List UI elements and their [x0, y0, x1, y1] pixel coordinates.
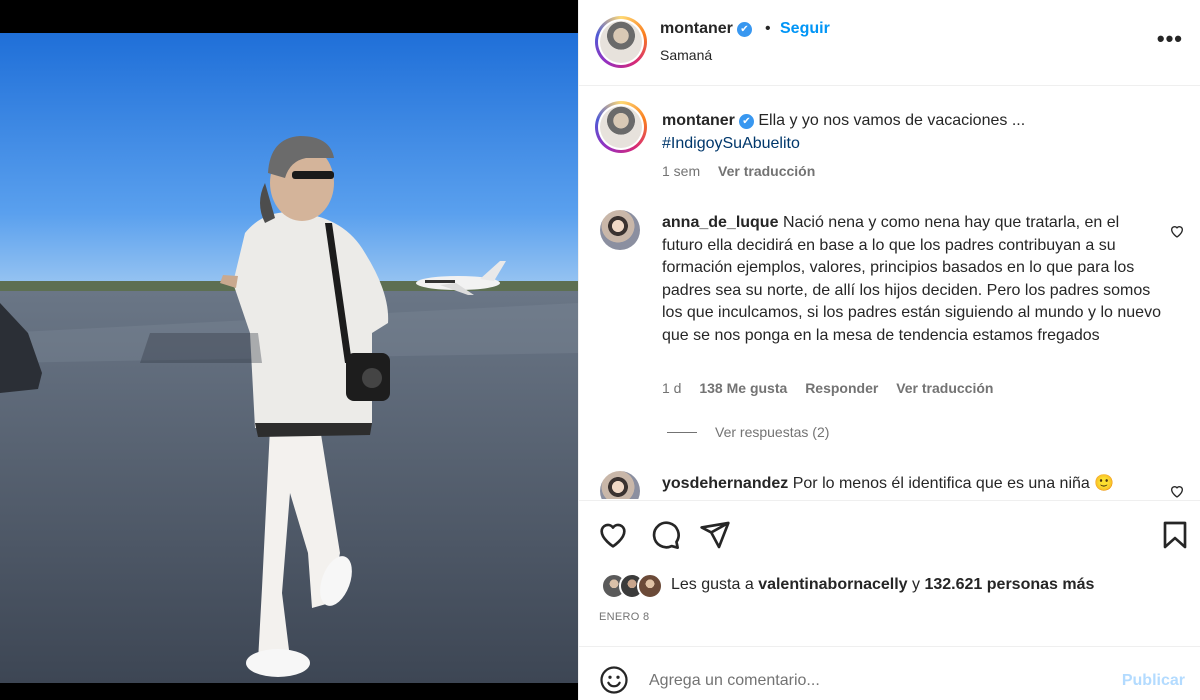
verified-badge-icon: ✔ [736, 22, 752, 37]
post-actions: Les gusta a valentinabornacelly y 132.62… [579, 500, 1200, 646]
caption-text: Ella y yo nos vamos de vacaciones ... [758, 112, 1026, 129]
comment-meta: 1 d 138 Me gusta Responder Ver traducció… [662, 380, 1007, 396]
comment-body: anna_de_luque Nació nena y como nena hay… [662, 212, 1162, 347]
comment-likes[interactable]: 138 Me gusta [699, 380, 787, 396]
comments-list[interactable]: montaner ✔ Ella y yo nos vamos de vacacio… [579, 87, 1200, 499]
translate-link[interactable]: Ver traducción [896, 380, 993, 396]
avatar-image [600, 106, 642, 148]
liker-username[interactable]: valentinabornacelly [758, 576, 907, 593]
like-comment-heart-icon[interactable] [1169, 483, 1185, 499]
follow-button[interactable]: Seguir [780, 20, 830, 38]
post-media [0, 0, 578, 700]
translate-link[interactable]: Ver traducción [718, 163, 815, 179]
comment-username[interactable]: anna_de_luque [662, 214, 778, 231]
photo-illustration [0, 33, 578, 683]
avatar-image [600, 21, 642, 63]
post-header: montaner ✔ • Seguir Samaná ••• [579, 0, 1200, 86]
comment-input[interactable] [649, 667, 1109, 695]
share-icon[interactable] [699, 519, 731, 551]
author-username[interactable]: montaner ✔ [660, 20, 752, 38]
comment-username[interactable]: yosdehernandez [662, 475, 788, 492]
commenter-avatar[interactable] [600, 210, 640, 250]
comment-body: yosdehernandez Por lo menos él identific… [662, 473, 1162, 496]
caption-meta: 1 sem Ver traducción [662, 163, 829, 179]
add-comment-bar: Publicar [579, 646, 1200, 700]
verified-badge-icon: ✔ [738, 114, 754, 129]
caption-age[interactable]: 1 sem [662, 163, 700, 179]
separator-dot: • [765, 20, 771, 37]
commenter-avatar[interactable] [600, 471, 640, 499]
post-panel: montaner ✔ • Seguir Samaná ••• montaner ✔ … [578, 0, 1200, 700]
caption-username[interactable]: montaner [662, 112, 735, 129]
more-options-icon[interactable]: ••• [1157, 26, 1183, 52]
replies-line [667, 432, 697, 433]
post-photo[interactable] [0, 33, 578, 683]
likes-summary: Les gusta a valentinabornacelly y 132.62… [671, 576, 1095, 593]
post-caption: montaner ✔ Ella y yo nos vamos de vacacio… [662, 109, 1162, 155]
comment-age[interactable]: 1 d [662, 380, 681, 396]
emoji-icon[interactable] [599, 665, 629, 695]
publish-button[interactable]: Publicar [1122, 672, 1185, 690]
view-replies-button[interactable]: Ver respuestas (2) [667, 424, 829, 440]
heart-icon[interactable] [597, 519, 629, 551]
like-comment-heart-icon[interactable] [1169, 223, 1185, 239]
caption-hashtag[interactable]: #IndigoySuAbuelito [662, 132, 1162, 155]
save-icon[interactable] [1159, 519, 1191, 551]
author-avatar[interactable] [595, 16, 647, 68]
likes-count-link[interactable]: 132.621 personas más [924, 576, 1094, 593]
caption-avatar[interactable] [595, 101, 647, 153]
post-date[interactable]: ENERO 8 [599, 611, 649, 623]
comment-icon[interactable] [649, 519, 681, 551]
liker-avatar[interactable] [637, 573, 663, 599]
comment-text: Por lo menos él identifica que es una ni… [792, 475, 1115, 492]
reply-button[interactable]: Responder [805, 380, 878, 396]
comment-text: Nació nena y como nena hay que tratarla,… [662, 214, 1161, 344]
location-link[interactable]: Samaná [660, 47, 712, 63]
